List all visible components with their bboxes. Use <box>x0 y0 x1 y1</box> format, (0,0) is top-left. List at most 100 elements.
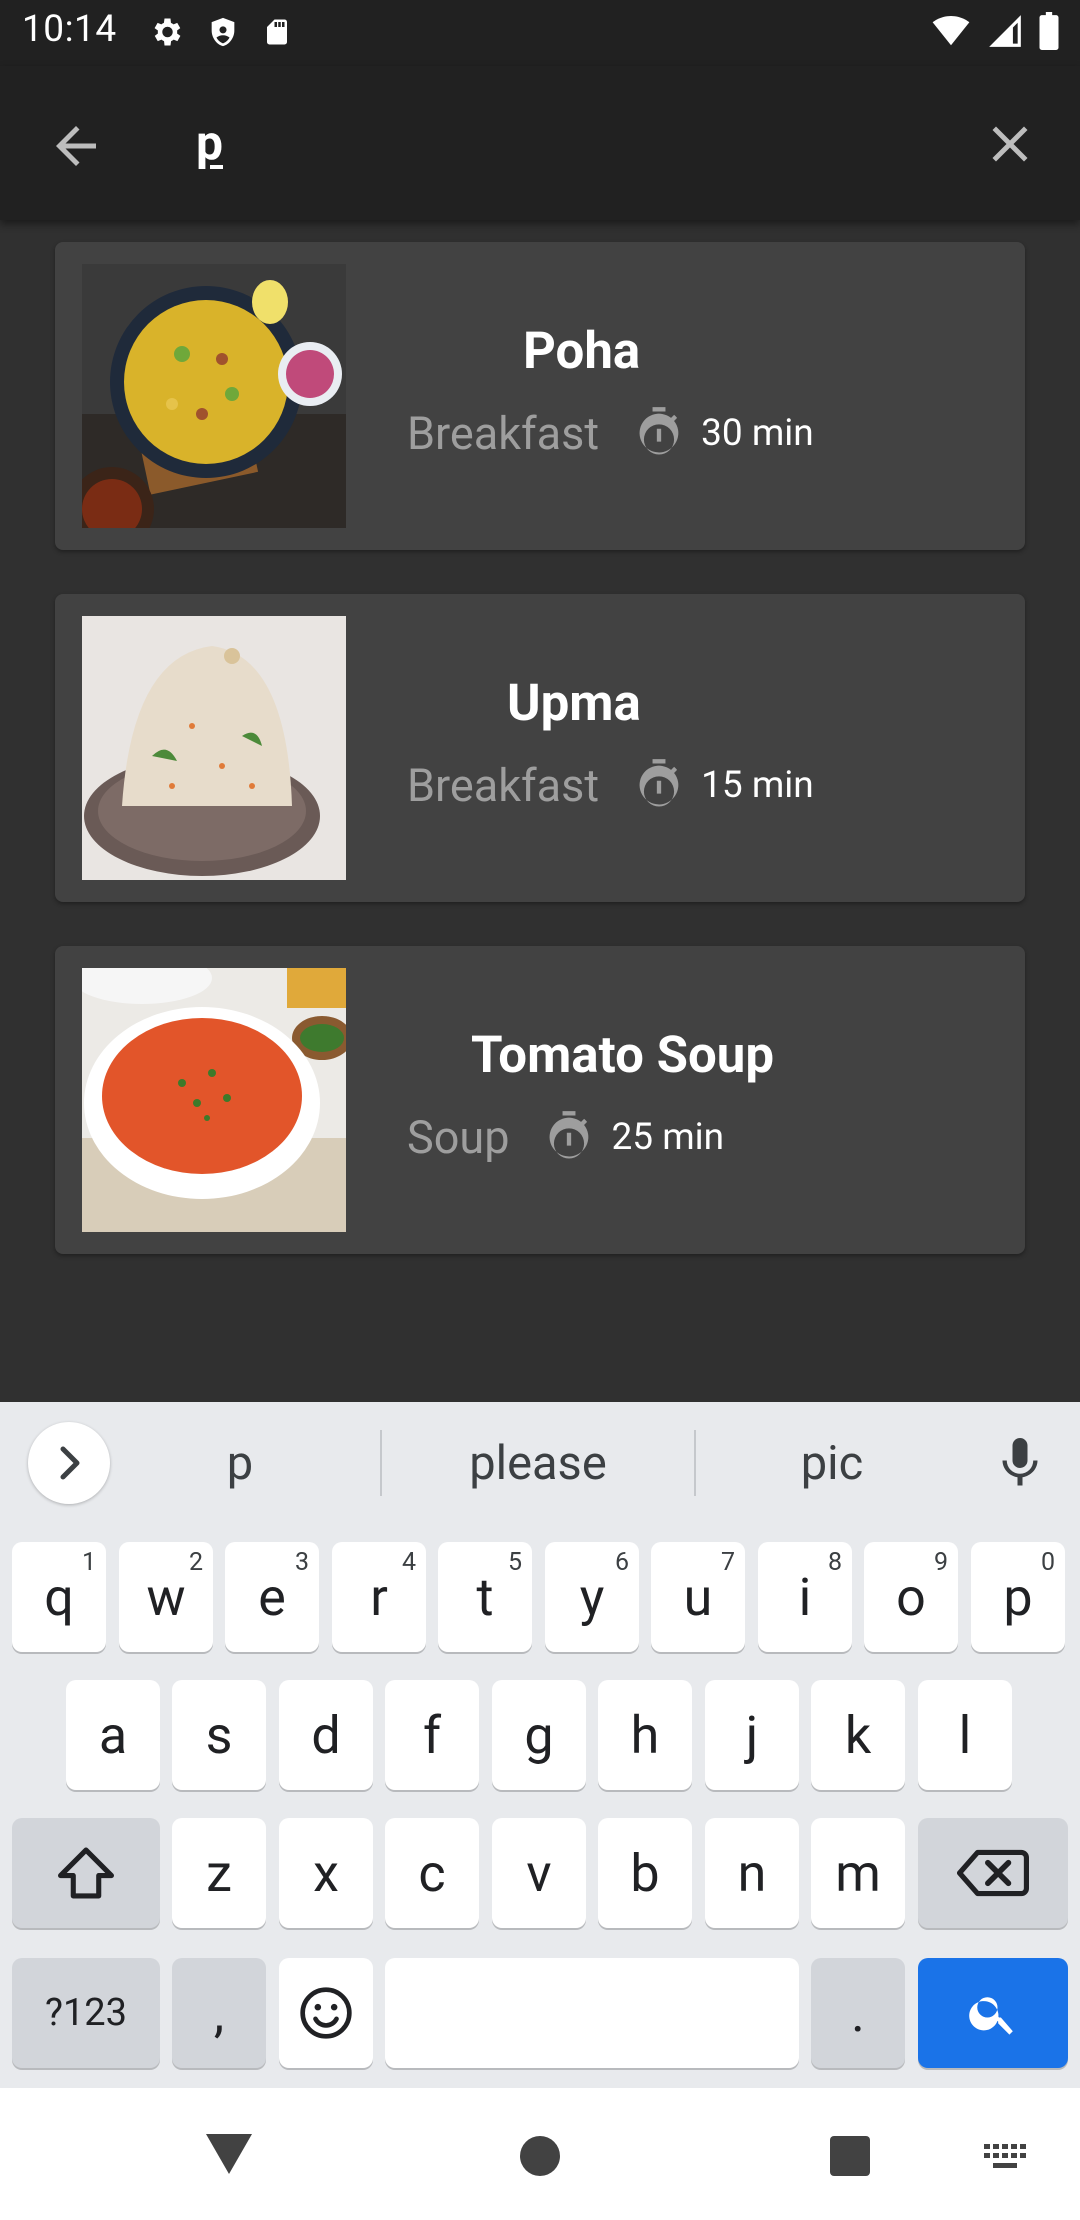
battery-icon <box>1039 12 1059 50</box>
recipe-title: Poha <box>523 322 641 381</box>
key-label: t <box>476 1566 494 1628</box>
system-navigation-bar <box>0 2088 1080 2220</box>
key-number: 5 <box>507 1548 522 1577</box>
close-icon[interactable] <box>980 114 1040 174</box>
key-j[interactable]: j <box>705 1680 799 1790</box>
suggestion-3[interactable]: pic <box>712 1436 952 1491</box>
key-y[interactable]: y6 <box>545 1542 639 1652</box>
search-key[interactable] <box>918 1958 1068 2068</box>
suggestion-1[interactable]: p <box>120 1436 360 1491</box>
comma-key[interactable]: , <box>172 1958 266 2068</box>
key-o[interactable]: o9 <box>864 1542 958 1652</box>
status-bar: 10:14 <box>0 0 1080 66</box>
key-u[interactable]: u7 <box>651 1542 745 1652</box>
key-w[interactable]: w2 <box>119 1542 213 1652</box>
recipe-duration: 30 min <box>701 411 814 455</box>
key-z[interactable]: z <box>172 1818 266 1928</box>
key-label: u <box>683 1566 713 1628</box>
key-label: o <box>896 1566 926 1628</box>
emoji-icon <box>300 1987 352 2039</box>
back-nav-icon[interactable] <box>206 2134 252 2174</box>
on-screen-keyboard: p please pic q1 w2 e3 r4 t5 y6 u7 i8 o9 … <box>0 1402 1080 2088</box>
recipe-image-poha <box>82 264 346 528</box>
key-label: w <box>146 1566 186 1628</box>
space-key[interactable] <box>385 1958 799 2068</box>
key-s[interactable]: s <box>172 1680 266 1790</box>
key-number: 8 <box>827 1548 842 1577</box>
key-number: 4 <box>401 1548 416 1577</box>
key-label: p <box>1003 1566 1033 1628</box>
keyboard-switch-icon[interactable] <box>984 2144 1028 2172</box>
key-number: 6 <box>614 1548 629 1577</box>
search-icon <box>969 1997 1013 2035</box>
key-g[interactable]: g <box>492 1680 586 1790</box>
key-label: y <box>579 1566 605 1628</box>
key-r[interactable]: r4 <box>332 1542 426 1652</box>
recipe-duration: 15 min <box>701 763 814 807</box>
key-number: 0 <box>1040 1548 1055 1577</box>
recipe-card[interactable]: Poha Breakfast 30 min <box>55 242 1025 550</box>
key-b[interactable]: b <box>598 1818 692 1928</box>
status-time: 10:14 <box>22 8 117 51</box>
wifi-icon <box>932 15 970 46</box>
expand-suggestions-button[interactable] <box>28 1422 110 1504</box>
key-n[interactable]: n <box>705 1818 799 1928</box>
key-label: i <box>798 1566 812 1628</box>
search-app-bar: p <box>0 66 1080 220</box>
sd-card-icon <box>267 19 287 45</box>
recipe-image-tomato-soup <box>82 968 346 1232</box>
key-number: 7 <box>720 1548 735 1577</box>
timer-icon <box>550 1111 589 1159</box>
backspace-icon <box>957 1849 1029 1897</box>
search-input[interactable]: p <box>196 114 223 171</box>
shield-icon <box>211 17 235 47</box>
key-t[interactable]: t5 <box>438 1542 532 1652</box>
key-a[interactable]: a <box>66 1680 160 1790</box>
recipe-card[interactable]: Upma Breakfast 15 min <box>55 594 1025 902</box>
shift-key[interactable] <box>12 1818 160 1928</box>
recipe-title: Upma <box>507 674 641 733</box>
arrow-back-icon[interactable] <box>46 116 106 176</box>
key-i[interactable]: i8 <box>758 1542 852 1652</box>
suggestion-divider <box>694 1430 696 1496</box>
microphone-icon[interactable] <box>990 1432 1050 1494</box>
key-d[interactable]: d <box>279 1680 373 1790</box>
key-p[interactable]: p0 <box>971 1542 1065 1652</box>
key-e[interactable]: e3 <box>225 1542 319 1652</box>
recipe-category: Breakfast <box>407 758 600 812</box>
recipe-image-upma <box>82 616 346 880</box>
key-label: e <box>258 1566 286 1628</box>
period-key[interactable]: . <box>811 1958 905 2068</box>
key-c[interactable]: c <box>385 1818 479 1928</box>
key-h[interactable]: h <box>598 1680 692 1790</box>
key-x[interactable]: x <box>279 1818 373 1928</box>
suggestion-divider <box>380 1430 382 1496</box>
key-q[interactable]: q1 <box>12 1542 106 1652</box>
suggestion-2[interactable]: please <box>418 1436 658 1491</box>
recipe-duration: 25 min <box>611 1115 725 1159</box>
search-results-list: Poha Breakfast 30 min Upma Breakfast 15 … <box>0 220 1080 1402</box>
symbols-key[interactable]: ?123 <box>12 1958 160 2068</box>
key-number: 2 <box>188 1548 203 1577</box>
key-v[interactable]: v <box>492 1818 586 1928</box>
suggestion-strip: p please pic <box>0 1402 1080 1524</box>
backspace-key[interactable] <box>918 1818 1068 1928</box>
recipe-category: Soup <box>407 1110 510 1164</box>
recents-nav-icon[interactable] <box>830 2136 870 2176</box>
recipe-category: Breakfast <box>407 406 600 460</box>
timer-icon <box>639 759 679 807</box>
chevron-right-icon <box>60 1446 80 1480</box>
key-label: r <box>370 1566 388 1628</box>
settings-icon <box>154 18 181 46</box>
signal-icon <box>989 15 1021 47</box>
key-m[interactable]: m <box>811 1818 905 1928</box>
key-f[interactable]: f <box>385 1680 479 1790</box>
key-l[interactable]: l <box>918 1680 1012 1790</box>
key-k[interactable]: k <box>811 1680 905 1790</box>
recipe-card[interactable]: Tomato Soup Soup 25 min <box>55 946 1025 1254</box>
emoji-key[interactable] <box>279 1958 373 2068</box>
home-nav-icon[interactable] <box>520 2136 560 2176</box>
key-number: 3 <box>294 1548 309 1577</box>
timer-icon <box>639 407 679 455</box>
key-number: 9 <box>933 1548 948 1577</box>
